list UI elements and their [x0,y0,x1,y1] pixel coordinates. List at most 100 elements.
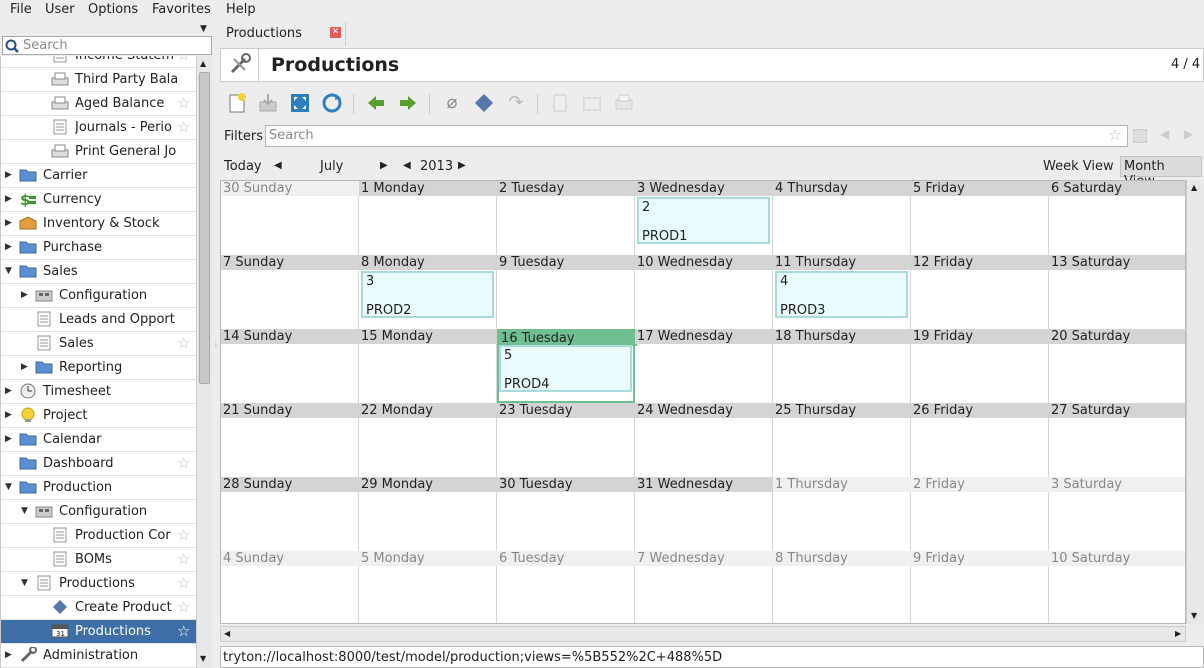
action-icon[interactable] [473,92,495,114]
close-icon[interactable]: ✕ [330,27,341,38]
calendar-day-cell[interactable]: 1 Monday [359,181,497,255]
menu-user[interactable]: User [45,2,75,17]
calendar-day-cell[interactable]: 5 Friday [911,181,1049,255]
tree-item[interactable]: ▶ Administration [1,644,196,668]
calendar-day-cell[interactable]: 4 Thursday [773,181,911,255]
filters-label[interactable]: Filters [224,129,263,144]
tree-item[interactable]: Aged Balance ☆ [1,92,196,116]
tree-item[interactable]: ▶ Purchase [1,236,196,260]
wrench-icon[interactable] [221,49,259,81]
reload-icon[interactable] [321,92,343,114]
next-month-icon[interactable]: ▶ [380,160,388,171]
tree-item[interactable]: ▼ Productions ☆ [1,572,196,596]
calendar-day-cell[interactable]: 8 Thursday [773,551,911,623]
expander-closed-icon[interactable]: ▶ [5,218,12,228]
new-icon[interactable] [226,92,248,114]
tree-item[interactable]: Production Cor ☆ [1,524,196,548]
calendar-day-cell[interactable]: 12 Friday [911,255,1049,329]
tree-item[interactable]: Income Statem☆ [1,56,196,68]
calendar-day-cell[interactable]: 28 Sunday [221,477,359,551]
email-icon[interactable] [581,92,603,114]
expander-closed-icon[interactable]: ▶ [5,242,12,252]
month-view-button[interactable]: Month View [1120,156,1202,189]
favorite-star-icon[interactable]: ☆ [177,575,190,591]
attachment-icon[interactable]: ⌀ [441,92,463,114]
bookmark-star-icon[interactable]: ☆ [1108,126,1121,144]
calendar-day-cell[interactable]: 9 Friday [911,551,1049,623]
report-icon[interactable] [549,92,571,114]
favorite-star-icon[interactable]: ☆ [177,527,190,543]
menu-options[interactable]: Options [88,2,138,17]
calendar-day-cell[interactable]: 9 Tuesday [497,255,635,329]
tree-item[interactable]: BOMs ☆ [1,548,196,572]
calendar-day-cell[interactable]: 2 Friday [911,477,1049,551]
expander-open-icon[interactable]: ▼ [21,506,28,516]
tree-item[interactable]: 31 Productions ☆ [1,620,196,644]
calendar-day-cell[interactable]: 23 Tuesday [497,403,635,477]
pane-splitter-handle[interactable]: ⋮ [212,340,220,349]
calendar-day-cell[interactable]: 26 Friday [911,403,1049,477]
favorite-star-icon[interactable]: ☆ [177,623,190,639]
save-filter-icon[interactable] [1133,129,1147,143]
calendar-day-cell[interactable]: 24 Wednesday [635,403,773,477]
calendar-event[interactable]: 4 PROD3 [775,271,908,318]
calendar-day-cell[interactable]: 20 Saturday [1049,329,1185,403]
calendar-day-cell[interactable]: 2 Tuesday [497,181,635,255]
calendar-day-cell[interactable]: 8 Monday 3 PROD2 [359,255,497,329]
tree-item[interactable]: Create Product ☆ [1,596,196,620]
calendar-day-cell[interactable]: 3 Saturday [1049,477,1185,551]
calendar-day-cell[interactable]: 22 Monday [359,403,497,477]
calendar-day-cell[interactable]: 30 Tuesday [497,477,635,551]
calendar-day-cell[interactable]: 21 Sunday [221,403,359,477]
calendar-day-cell[interactable]: 19 Friday [911,329,1049,403]
calendar-horizontal-scrollbar[interactable]: ◀ ▶ [220,626,1186,642]
calendar-day-cell[interactable]: 3 Wednesday 2 PROD1 [635,181,773,255]
calendar-event[interactable]: 2 PROD1 [637,197,770,244]
tree-item[interactable]: Print General Jo [1,140,196,164]
favorite-star-icon[interactable]: ☆ [177,119,190,135]
calendar-day-cell[interactable]: 30 Sunday [221,181,359,255]
scroll-down-icon[interactable]: ▼ [1191,611,1197,620]
expander-closed-icon[interactable]: ▶ [21,290,28,300]
calendar-day-cell[interactable]: 10 Wednesday [635,255,773,329]
calendar-day-cell[interactable]: 1 Thursday [773,477,911,551]
menu-file[interactable]: File [10,2,32,17]
scroll-down-icon[interactable]: ▼ [200,654,206,663]
tree-item[interactable]: ▶ Inventory & Stock [1,212,196,236]
scroll-left-icon[interactable]: ◀ [224,629,230,638]
tree-item[interactable]: ▼ Sales [1,260,196,284]
previous-icon[interactable] [365,92,387,114]
tree-item[interactable]: ▼ Configuration [1,500,196,524]
prev-month-icon[interactable]: ◀ [274,160,282,171]
sidebar-search-input[interactable]: Search [2,36,212,55]
previous-page-icon[interactable]: ◀ [1160,127,1169,141]
tab-productions[interactable]: Productions ✕ [218,22,346,46]
expander-closed-icon[interactable]: ▶ [5,170,12,180]
calendar-day-cell[interactable]: 13 Saturday [1049,255,1185,329]
print-icon[interactable] [613,92,635,114]
next-icon[interactable] [397,92,419,114]
calendar-vertical-scrollbar[interactable]: ▲ ▼ [1186,180,1204,624]
scroll-right-icon[interactable]: ▶ [1175,629,1181,638]
calendar-day-cell[interactable]: 5 Monday [359,551,497,623]
tree-item[interactable]: ▼ Production [1,476,196,500]
prev-year-icon[interactable]: ◀ [403,160,411,171]
tree-item[interactable]: ▶ $ Currency [1,188,196,212]
calendar-day-cell[interactable]: 11 Thursday 4 PROD3 [773,255,911,329]
expander-closed-icon[interactable]: ▶ [5,386,12,396]
save-icon[interactable] [257,92,279,114]
relate-icon[interactable]: ↷ [505,92,527,114]
calendar-day-cell[interactable]: 18 Thursday [773,329,911,403]
calendar-day-cell[interactable]: 25 Thursday [773,403,911,477]
tree-item[interactable]: ▶ Calendar [1,428,196,452]
tree-item[interactable]: ▶ Timesheet [1,380,196,404]
favorite-star-icon[interactable]: ☆ [177,95,190,111]
favorite-star-icon[interactable]: ☆ [177,599,190,615]
calendar-day-cell[interactable]: 7 Sunday [221,255,359,329]
expander-closed-icon[interactable]: ▶ [21,362,28,372]
calendar-day-cell[interactable]: 31 Wednesday [635,477,773,551]
sidebar-scroll-thumb[interactable] [199,72,210,384]
tree-item[interactable]: Leads and Opport [1,308,196,332]
expander-closed-icon[interactable]: ▶ [5,194,12,204]
expander-closed-icon[interactable]: ▶ [5,410,12,420]
